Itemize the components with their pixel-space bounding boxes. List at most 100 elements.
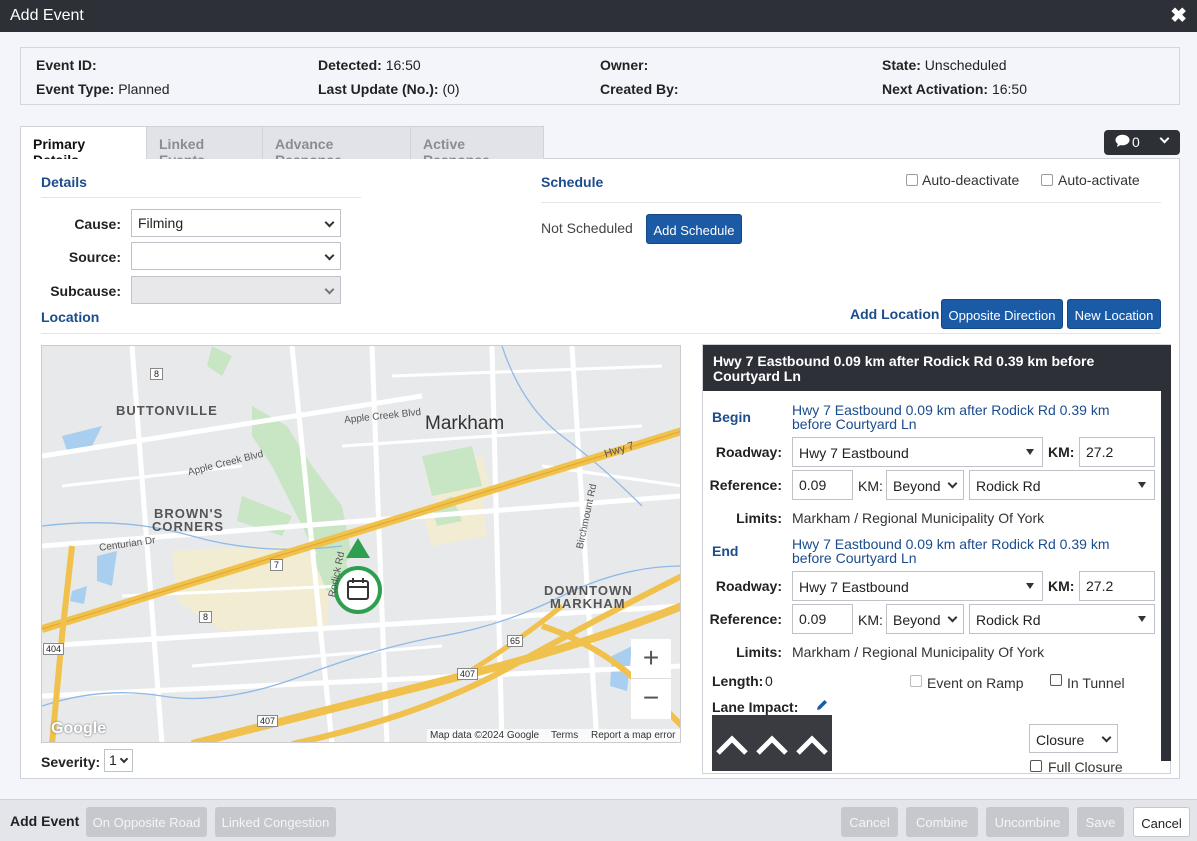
triangle-down-icon [1026,449,1034,455]
zoom-out-button[interactable]: − [631,679,671,719]
auto-activate-checkbox[interactable] [1041,174,1053,186]
route-shield-404: 404 [43,643,65,655]
end-reference-label: Reference: [709,611,782,627]
route-shield-65: 65 [507,635,524,647]
tab-advance-response[interactable]: Advance Response [262,126,411,168]
chat-button[interactable]: 0 [1104,130,1180,155]
route-shield-407-east: 407 [457,668,479,680]
end-reference-relation-select[interactable]: Beyond [886,604,964,634]
triangle-down-icon [1138,616,1146,622]
save-button[interactable]: Save [1077,807,1124,837]
begin-limits-value: Markham / Regional Municipality Of York [792,510,1045,526]
route-shield-7: 7 [270,559,284,571]
source-select[interactable] [131,242,341,270]
tab-primary-details[interactable]: Primary Details [20,126,147,168]
combine-button[interactable]: Combine [906,807,978,837]
chevron-down-icon [119,754,129,764]
chat-count: 0 [1132,134,1140,150]
full-closure-checkbox[interactable] [1030,760,1042,772]
location-heading: Location [41,309,100,325]
event-on-ramp-checkbox[interactable] [910,675,922,687]
zoom-in-button[interactable]: + [631,639,671,679]
owner-field: Owner: [600,57,649,73]
auto-deactivate-checkbox[interactable] [906,174,918,186]
cancel-disabled-button[interactable]: Cancel [841,807,898,837]
chevron-down-icon [324,284,335,295]
begin-reference-relation-select[interactable]: Beyond [886,470,964,500]
chevron-down-icon [947,478,958,489]
end-km-input[interactable]: 27.2 [1079,571,1155,601]
add-location-label: Add Location [850,306,940,322]
event-on-ramp-label: Event on Ramp [927,675,1024,691]
end-roadway-select[interactable]: Hwy 7 Eastbound [792,571,1043,601]
begin-label: Begin [712,409,751,425]
end-limits-label: Limits: [736,644,782,660]
footer-label: Add Event [10,813,80,829]
created-by-field: Created By: [600,81,679,97]
map-label-buttonville: BUTTONVILLE [116,403,218,418]
event-id-field: Event ID: [36,57,97,73]
closure-select[interactable]: Closure [1029,724,1118,753]
on-opposite-road-button[interactable]: On Opposite Road [86,807,207,837]
severity-label: Severity: [41,754,101,770]
subcause-select[interactable] [131,276,341,304]
triangle-down-icon [1138,482,1146,488]
cancel-button[interactable]: Cancel [1133,807,1190,837]
lane-chevrons-icon [716,735,828,755]
end-description: Hwy 7 Eastbound 0.09 km after Rodick Rd … [792,536,1110,566]
triangle-down-icon [1026,583,1034,589]
new-location-button[interactable]: New Location [1067,299,1161,329]
tab-active-response[interactable]: Active Response [410,126,544,168]
chevron-down-icon [1159,133,1170,144]
speech-bubble-icon [1115,134,1130,151]
linked-congestion-button[interactable]: Linked Congestion [215,807,336,837]
begin-km-unit: KM: [858,478,883,494]
begin-description: Hwy 7 Eastbound 0.09 km after Rodick Rd … [792,402,1110,432]
next-activation-field: Next Activation: 16:50 [882,81,1027,97]
route-shield-8-south: 8 [199,611,213,623]
add-schedule-button[interactable]: Add Schedule [646,214,742,244]
begin-limits-label: Limits: [736,510,782,526]
begin-reference-road-select[interactable]: Rodick Rd [969,470,1155,500]
begin-reference-label: Reference: [709,477,782,493]
schedule-divider [541,202,1161,203]
route-shield-8-north: 8 [150,368,164,380]
last-update-field: Last Update (No.): (0) [318,81,460,97]
schedule-heading: Schedule [541,174,604,190]
in-tunnel-checkbox[interactable] [1050,674,1062,686]
opposite-direction-button[interactable]: Opposite Direction [941,299,1063,329]
map-terms-link[interactable]: Terms [551,730,578,741]
end-km-label: KM: [1048,578,1075,594]
window-title: Add Event [10,7,84,24]
begin-reference-offset-input[interactable]: 0.09 [792,470,853,500]
event-type-field: Event Type: Planned [36,81,170,97]
source-label: Source: [68,249,121,265]
severity-select[interactable]: 1 [104,749,133,772]
map-report-link[interactable]: Report a map error [591,730,675,741]
close-icon[interactable]: ✖ [1170,3,1187,28]
uncombine-button[interactable]: Uncombine [986,807,1069,837]
tab-linked-events[interactable]: Linked Events [146,126,263,168]
end-reference-road-select[interactable]: Rodick Rd [969,604,1155,634]
begin-km-input[interactable]: 27.2 [1079,437,1155,467]
begin-km-label: KM: [1048,444,1075,460]
location-divider [41,333,1161,334]
map-view[interactable]: BUTTONVILLE Markham BROWN'S CORNERS DOWN… [41,345,681,743]
pencil-icon[interactable] [815,698,829,715]
end-km-unit: KM: [858,612,883,628]
panel-scrollbar[interactable] [1161,345,1171,761]
chevron-down-icon [324,250,335,261]
full-closure-label: Full Closure [1048,759,1123,775]
begin-roadway-select[interactable]: Hwy 7 Eastbound [792,437,1043,467]
lane-impact-diagram[interactable] [712,715,832,771]
schedule-status: Not Scheduled [541,220,633,236]
map-label-markham: Markham [425,413,505,434]
cause-select[interactable]: Filming [131,209,341,237]
end-limits-value: Markham / Regional Municipality Of York [792,644,1045,660]
end-reference-offset-input[interactable]: 0.09 [792,604,853,634]
auto-deactivate-label: Auto-deactivate [922,172,1020,188]
details-heading: Details [41,174,87,190]
cause-label: Cause: [74,216,121,232]
map-label-browns-corners-2: CORNERS [152,519,225,534]
chevron-down-icon [1101,732,1112,743]
